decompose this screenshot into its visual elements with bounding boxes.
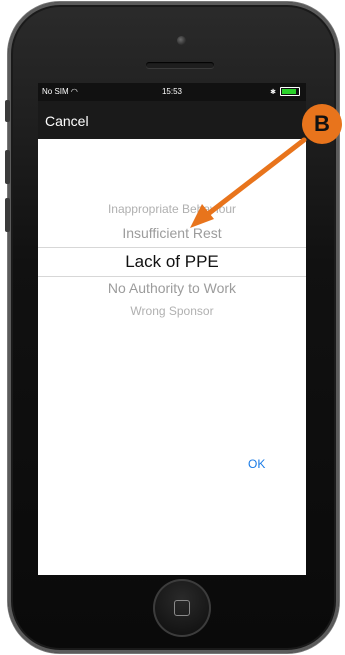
cancel-button[interactable]: Cancel — [45, 113, 89, 129]
picker-option[interactable]: No Authority to Work — [38, 280, 306, 296]
volume-down-button — [5, 198, 10, 232]
phone-screen: No SIM ◠ 15:53 ✱ Cancel Inappropriate Be… — [38, 83, 306, 575]
nav-bar: Cancel — [38, 101, 306, 139]
picker-option[interactable]: Inappropriate Behaviour — [38, 202, 306, 216]
status-right-icons: ✱ — [270, 87, 300, 96]
picker-option[interactable]: Insufficient Rest — [38, 225, 306, 241]
volume-up-button — [5, 150, 10, 184]
home-square-icon — [174, 600, 190, 616]
camera-icon — [177, 36, 186, 45]
mute-switch — [5, 100, 10, 122]
reason-picker[interactable]: Inappropriate Behaviour Insufficient Res… — [38, 139, 306, 349]
home-button[interactable] — [153, 579, 211, 637]
speaker-grille — [146, 62, 214, 68]
bluetooth-icon: ✱ — [270, 88, 276, 96]
ok-button[interactable]: OK — [248, 457, 265, 471]
callout-badge: B — [302, 104, 342, 144]
picker-selected-option[interactable]: Lack of PPE — [38, 247, 306, 277]
status-bar: No SIM ◠ 15:53 ✱ — [38, 83, 306, 101]
battery-icon — [280, 87, 300, 96]
picker-option[interactable]: Wrong Sponsor — [38, 304, 306, 318]
status-time: 15:53 — [161, 87, 183, 96]
